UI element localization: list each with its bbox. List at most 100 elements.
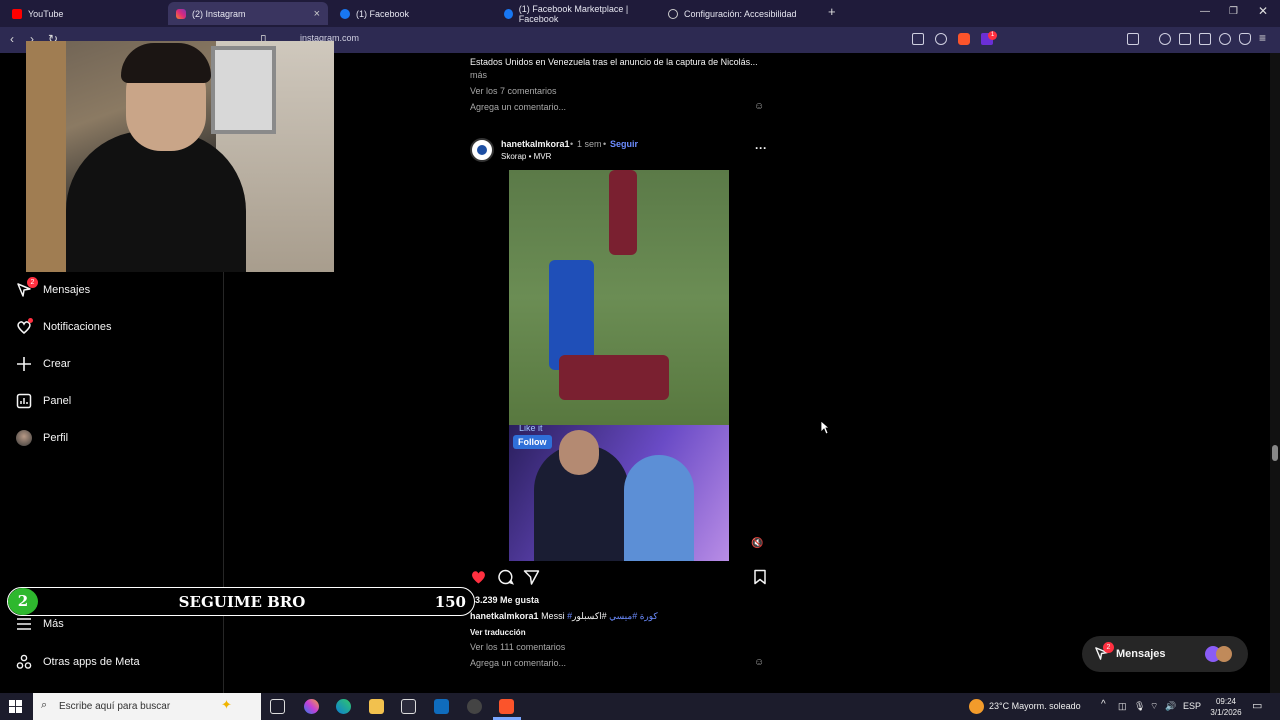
wifi-icon[interactable]: ⌔	[1150, 701, 1158, 712]
volume-icon[interactable]: 🔊	[1165, 701, 1176, 712]
tab-settings-accessibility[interactable]: Configuración: Accesibilidad	[660, 2, 824, 25]
task-view-icon[interactable]	[270, 699, 285, 714]
instagram-icon	[176, 8, 186, 19]
messages-label: Mensajes	[1116, 648, 1166, 660]
weather-icon[interactable]	[969, 699, 984, 714]
store-icon[interactable]	[401, 699, 416, 714]
share-icon[interactable]	[935, 33, 947, 45]
caption-username[interactable]: hanetkalmkora1	[470, 611, 539, 621]
notification-badge: 1	[988, 31, 997, 40]
minimize-button[interactable]: —	[1200, 6, 1210, 17]
sidebar-item-label: Más	[43, 618, 64, 630]
sidebar-item-label: Panel	[43, 395, 72, 407]
view-comments-link[interactable]: Ver los 111 comentarios	[470, 642, 565, 652]
post-video[interactable]: Like it Follow 🔇	[463, 170, 775, 561]
brave-icon[interactable]	[499, 699, 514, 714]
scrollbar-thumb[interactable]	[1272, 445, 1278, 461]
new-tab-button[interactable]: +	[828, 4, 836, 19]
messages-floating-button[interactable]: 2 Mensajes	[1082, 636, 1248, 672]
weather-text[interactable]: 23°C Mayorm. soleado	[989, 701, 1081, 711]
youtube-icon	[12, 8, 22, 19]
post-author-avatar[interactable]	[470, 138, 494, 162]
chart-icon	[16, 393, 32, 409]
mute-icon[interactable]: 🔇	[751, 538, 763, 549]
stream-count: 150	[434, 593, 466, 611]
windows-start-icon[interactable]	[9, 700, 22, 713]
add-comment-input[interactable]: Agrega un comentario...	[470, 658, 566, 668]
menu-icon	[17, 618, 31, 630]
stream-alert-bar: SEGUIME BRO 2 150	[7, 587, 475, 616]
player-figure	[609, 170, 637, 255]
save-bookmark-icon[interactable]	[752, 569, 768, 585]
likes-count[interactable]: 43.239 Me gusta	[470, 595, 539, 605]
clock-date[interactable]: 3/1/2026	[1206, 708, 1246, 717]
windows-taskbar: ⌕ Escribe aquí para buscar ✦ 23°C Mayorm…	[0, 693, 1280, 720]
mouse-cursor-icon	[820, 420, 830, 435]
sidebar-item-notifications[interactable]: Notificaciones	[16, 318, 112, 335]
sidebar-item-messages[interactable]: 2 Mensajes	[16, 277, 91, 298]
post-username[interactable]: hanetkalmkora1	[501, 139, 570, 149]
menu-icon[interactable]: ≡	[1259, 31, 1266, 45]
see-translation-link[interactable]: Ver traducción	[470, 628, 526, 637]
music-icon[interactable]	[1159, 33, 1171, 45]
vpn-shield-icon[interactable]	[1239, 33, 1251, 45]
tab-facebook[interactable]: (1) Facebook	[332, 2, 496, 25]
sidebar-item-panel[interactable]: Panel	[16, 393, 71, 409]
brave-shield-icon[interactable]	[958, 33, 970, 45]
obs-icon[interactable]	[467, 699, 482, 714]
player-figure	[559, 355, 669, 400]
caption-text: Messi	[541, 611, 565, 621]
sidebar-item-more[interactable]: Más	[16, 616, 64, 632]
taskbar-search-input[interactable]: ⌕ Escribe aquí para buscar ✦	[33, 693, 261, 720]
sidebar-toggle-icon[interactable]	[1127, 33, 1139, 45]
video-football-clip	[509, 170, 729, 425]
close-window-button[interactable]: ✕	[1258, 4, 1268, 18]
emoji-icon[interactable]: ☺	[754, 657, 764, 668]
tab-instagram[interactable]: (2) Instagram ×	[168, 2, 328, 25]
sidebar-item-meta-apps[interactable]: Otras apps de Meta	[16, 654, 140, 670]
sidebar-item-label: Notificaciones	[43, 321, 112, 333]
contact-avatar	[1216, 646, 1232, 662]
follow-button[interactable]: Seguir	[610, 139, 638, 149]
back-button[interactable]: ‹	[10, 32, 14, 46]
caption-hashtag[interactable]: #اكسبلور	[572, 611, 607, 621]
edge-icon[interactable]	[336, 699, 351, 714]
sidebar-item-create[interactable]: Crear	[16, 356, 71, 372]
tray-overflow-icon[interactable]: ^	[1101, 699, 1106, 710]
sidebar-item-profile[interactable]: Perfil	[16, 430, 68, 446]
browser-tab-bar: YouTube (2) Instagram × (1) Facebook (1)…	[0, 0, 1280, 27]
stream-message: SEGUIME BRO	[178, 593, 306, 611]
tab-facebook-marketplace[interactable]: (1) Facebook Marketplace | Facebook	[496, 2, 660, 25]
reactor-background	[624, 455, 694, 561]
post-audio[interactable]: Skorap • MVR	[501, 152, 551, 161]
clock-time[interactable]: 09:24	[1208, 697, 1244, 706]
facebook-icon	[340, 8, 350, 19]
search-highlight-icon: ✦	[221, 697, 232, 712]
notifications-center-icon[interactable]: ▭	[1252, 699, 1262, 712]
network-icon[interactable]: ◫	[1118, 701, 1127, 712]
wallet-icon[interactable]	[1199, 33, 1211, 45]
close-tab-icon[interactable]: ×	[314, 8, 320, 20]
comment-icon[interactable]	[497, 569, 514, 585]
file-explorer-icon[interactable]	[369, 699, 384, 714]
copilot-icon[interactable]	[304, 699, 319, 714]
more-link[interactable]: más	[470, 70, 487, 80]
emoji-icon[interactable]: ☺	[754, 101, 764, 112]
avatar-logo	[477, 145, 487, 155]
view-comments-link[interactable]: Ver los 7 comentarios	[470, 86, 557, 96]
leo-ai-icon[interactable]	[1219, 33, 1231, 45]
like-overlay: Like it	[519, 425, 543, 433]
sidebar-item-label: Mensajes	[43, 284, 91, 296]
add-comment-input[interactable]: Agrega un comentario...	[470, 102, 566, 112]
language-indicator[interactable]: ESP	[1183, 701, 1201, 711]
restore-button[interactable]: ❐	[1229, 6, 1238, 17]
like-heart-icon[interactable]	[470, 569, 487, 585]
outlook-icon[interactable]	[434, 699, 449, 714]
cast-icon[interactable]	[912, 33, 924, 45]
more-options-icon[interactable]: ···	[755, 141, 767, 155]
page-scrollbar[interactable]	[1270, 53, 1280, 693]
tab-youtube[interactable]: YouTube	[4, 2, 168, 25]
share-icon[interactable]	[523, 569, 540, 585]
microphone-icon[interactable]: 🎙	[1134, 701, 1145, 712]
panel-icon[interactable]	[1179, 33, 1191, 45]
